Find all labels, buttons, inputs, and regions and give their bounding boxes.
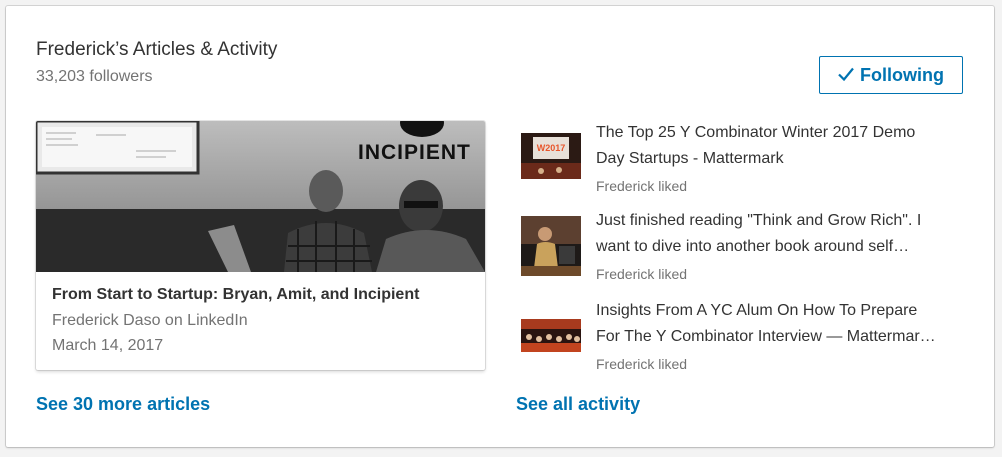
article-author: Frederick Daso on LinkedIn — [52, 312, 248, 329]
activity-title-line: The Top 25 Y Combinator Winter 2017 Demo — [596, 124, 916, 141]
activity-title-line: Just finished reading "Think and Grow Ri… — [596, 212, 922, 229]
see-more-articles-link[interactable]: See 30 more articles — [36, 394, 210, 415]
activity-title: The Top 25 Y Combinator Winter 2017 Demo… — [596, 120, 971, 172]
following-button-label: Following — [860, 64, 944, 85]
activity-subtitle: Frederick liked — [596, 178, 688, 194]
activity-title-line: want to dive into another book around se… — [596, 238, 910, 255]
activity-thumbnail — [521, 319, 581, 352]
featured-article-card[interactable]: INCIPIENT From Start to Startup: Bryan, … — [36, 121, 485, 370]
activity-thumbnail: W2017 — [521, 133, 581, 179]
followers-count: 33,203 followers — [36, 68, 153, 85]
thumb-text: W2017 — [537, 143, 566, 153]
hero-sign-text: INCIPIENT — [358, 141, 471, 164]
checkmark-icon — [838, 65, 854, 86]
activity-item[interactable]: W2017 The Top 25 Y Combinator Winter 201… — [521, 120, 981, 194]
activity-subtitle: Frederick liked — [596, 266, 688, 282]
activity-subtitle: Frederick liked — [596, 356, 688, 372]
activity-title-line: Day Startups - Mattermark — [596, 150, 784, 167]
article-title: From Start to Startup: Bryan, Amit, and … — [52, 286, 420, 303]
article-date: March 14, 2017 — [52, 337, 164, 354]
activity-title: Insights From A YC Alum On How To Prepar… — [596, 298, 971, 350]
see-all-activity-link[interactable]: See all activity — [516, 394, 640, 415]
activity-thumbnail — [521, 216, 581, 276]
articles-activity-card: Frederick’s Articles & Activity 33,203 f… — [6, 6, 994, 447]
activity-item[interactable]: Just finished reading "Think and Grow Ri… — [521, 208, 981, 282]
activity-item[interactable]: Insights From A YC Alum On How To Prepar… — [521, 298, 981, 372]
activity-title-line: Insights From A YC Alum On How To Prepar… — [596, 302, 918, 319]
section-title: Frederick’s Articles & Activity — [36, 39, 278, 60]
following-button[interactable]: Following — [819, 56, 963, 94]
article-hero-image: INCIPIENT — [36, 121, 485, 272]
activity-title: Just finished reading "Think and Grow Ri… — [596, 208, 971, 260]
activity-title-line: For The Y Combinator Interview — Matterm… — [596, 328, 936, 345]
